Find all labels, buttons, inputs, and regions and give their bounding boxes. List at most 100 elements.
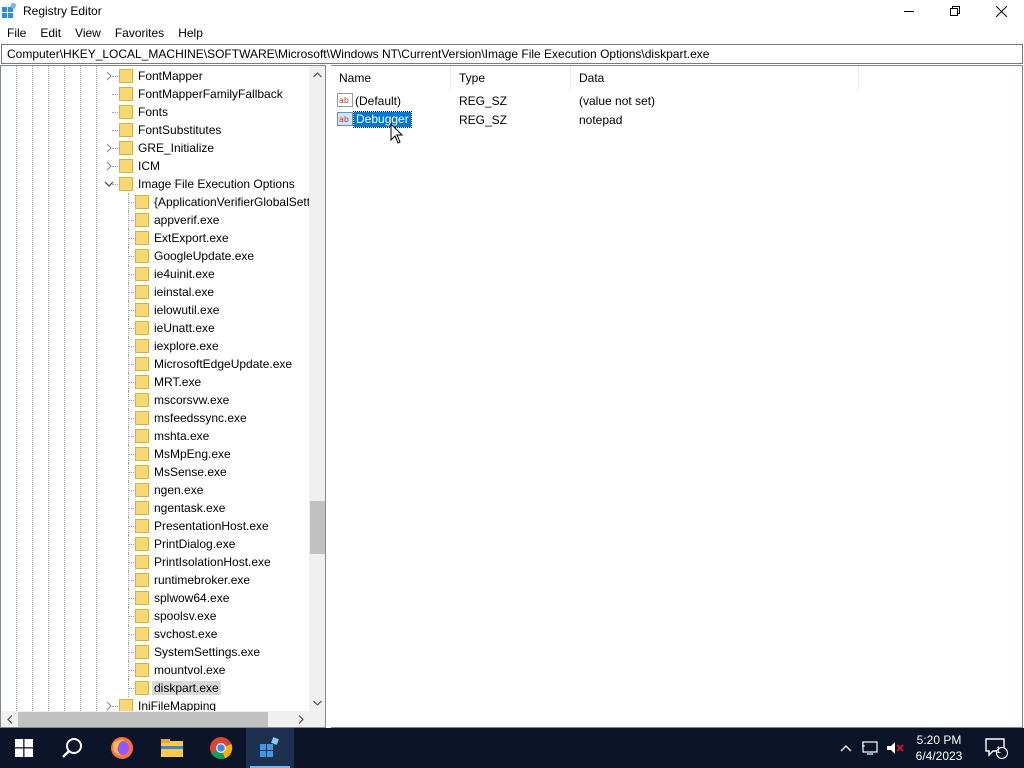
tree-node[interactable]: ngen.exe [1, 481, 309, 499]
tree-node[interactable]: ie4uinit.exe [1, 265, 309, 283]
tree-node-label: FontSubstitutes [138, 123, 222, 137]
tree-node[interactable]: FontMapper [1, 67, 309, 85]
tree-guide-line [128, 535, 129, 553]
tree-horizontal-scrollbar[interactable] [1, 711, 309, 727]
minimize-button[interactable] [886, 0, 932, 22]
folder-icon [135, 555, 149, 569]
value-row[interactable]: ab (Default) REG_SZ (value not set) [331, 91, 1022, 110]
tree-node[interactable]: ngentask.exe [1, 499, 309, 517]
menu-favorites[interactable]: Favorites [108, 23, 171, 43]
scrollbar-corner [309, 711, 325, 727]
tree-node[interactable]: MsMpEng.exe [1, 445, 309, 463]
tree-node[interactable]: appverif.exe [1, 211, 309, 229]
scroll-up-button[interactable] [309, 66, 325, 83]
firefox-button[interactable] [98, 728, 146, 768]
tree-node[interactable]: PresentationHost.exe [1, 517, 309, 535]
tree-node[interactable]: Fonts [1, 103, 309, 121]
column-header-data[interactable]: Data [571, 66, 859, 89]
folder-icon [119, 699, 133, 711]
tree-node[interactable]: PrintIsolationHost.exe [1, 553, 309, 571]
tree-node[interactable]: FontSubstitutes [1, 121, 309, 139]
value-row[interactable]: ab Debugger REG_SZ notepad [331, 110, 1022, 129]
chrome-button[interactable] [197, 728, 245, 768]
scroll-thumb[interactable] [18, 712, 268, 727]
tree-node[interactable]: ieinstal.exe [1, 283, 309, 301]
tree-node[interactable]: {ApplicationVerifierGlobalSett [1, 193, 309, 211]
column-header-type[interactable]: Type [451, 66, 571, 89]
tree-node[interactable]: SystemSettings.exe [1, 643, 309, 661]
show-hidden-icons-button[interactable] [836, 728, 856, 768]
tree-vertical-scrollbar[interactable] [309, 66, 325, 711]
folder-icon [135, 339, 149, 353]
scroll-down-button[interactable] [309, 694, 325, 711]
tree-node[interactable]: ICM [1, 157, 309, 175]
tree-node[interactable]: GoogleUpdate.exe [1, 247, 309, 265]
tree-node[interactable]: IniFileMapping [1, 697, 309, 711]
tree-guide-line [128, 445, 129, 463]
menu-help[interactable]: Help [171, 23, 210, 43]
tree-node[interactable]: msfeedssync.exe [1, 409, 309, 427]
tree-node-label: iexplore.exe [154, 339, 219, 353]
menu-edit[interactable]: Edit [33, 23, 68, 43]
clock[interactable]: 5:20 PM 6/4/2023 [905, 732, 973, 764]
key-tree-pane[interactable]: FontMapper FontMapperFamilyFallback Fonts F… [0, 65, 326, 728]
tree-node[interactable]: spoolsv.exe [1, 607, 309, 625]
file-explorer-icon [161, 739, 183, 757]
registry-editor-taskbar-button[interactable] [246, 728, 294, 768]
svg-text:ab: ab [339, 96, 349, 105]
tree-node[interactable]: Image File Execution Options [1, 175, 309, 193]
address-bar[interactable]: Computer\HKEY_LOCAL_MACHINE\SOFTWARE\Mic… [1, 44, 1023, 64]
tree-node[interactable]: ielowutil.exe [1, 301, 309, 319]
scroll-thumb[interactable] [310, 501, 325, 554]
chevron-right-icon[interactable] [104, 71, 114, 81]
tree-node[interactable]: GRE_Initialize [1, 139, 309, 157]
maximize-button[interactable] [932, 0, 978, 22]
tree-node-label: GoogleUpdate.exe [154, 249, 255, 263]
tree-node-label: MsSense.exe [154, 465, 227, 479]
chevron-down-icon[interactable] [104, 179, 114, 189]
file-explorer-button[interactable] [148, 728, 196, 768]
tree-node[interactable]: runtimebroker.exe [1, 571, 309, 589]
tree-guide-line [128, 553, 129, 571]
volume-status[interactable] [884, 728, 906, 768]
values-list-pane[interactable]: Name Type Data ab (Default) REG_SZ (valu… [331, 65, 1023, 728]
start-button[interactable] [0, 728, 48, 768]
folder-icon [119, 177, 133, 191]
tree-node[interactable]: ExtExport.exe [1, 229, 309, 247]
title-bar[interactable]: Registry Editor [0, 0, 1024, 22]
tree-node-label: msfeedssync.exe [154, 411, 247, 425]
tree-node[interactable]: iexplore.exe [1, 337, 309, 355]
tree-node[interactable]: mshta.exe [1, 427, 309, 445]
search-button[interactable] [48, 728, 96, 768]
tree-guide-line [128, 643, 129, 661]
restore-icon [949, 5, 960, 16]
tree-node[interactable]: MicrosoftEdgeUpdate.exe [1, 355, 309, 373]
scroll-left-button[interactable] [1, 711, 18, 727]
action-center-button[interactable]: 1 [978, 728, 1014, 768]
chevron-right-icon[interactable] [104, 701, 114, 711]
tree-node[interactable]: MsSense.exe [1, 463, 309, 481]
chevron-right-icon[interactable] [104, 161, 114, 171]
menu-file[interactable]: File [0, 23, 33, 43]
chevron-right-icon[interactable] [104, 143, 114, 153]
tree-node[interactable]: mscorsvw.exe [1, 391, 309, 409]
tree-node-label: mountvol.exe [154, 663, 226, 677]
chrome-icon [210, 737, 233, 760]
tree-node[interactable]: MRT.exe [1, 373, 309, 391]
tree-node[interactable]: PrintDialog.exe [1, 535, 309, 553]
network-status[interactable] [860, 728, 882, 768]
network-icon [862, 741, 878, 755]
tree-node[interactable]: splwow64.exe [1, 589, 309, 607]
tree-node-label: runtimebroker.exe [154, 573, 251, 587]
tree-node[interactable]: diskpart.exe [1, 679, 309, 697]
menu-view[interactable]: View [68, 23, 108, 43]
tree-node[interactable]: FontMapperFamilyFallback [1, 85, 309, 103]
scroll-right-button[interactable] [292, 711, 309, 727]
tree-node[interactable]: ieUnatt.exe [1, 319, 309, 337]
close-button[interactable] [978, 0, 1024, 22]
tree-node[interactable]: svchost.exe [1, 625, 309, 643]
tree-guide-line [128, 499, 129, 517]
tree-guide-line [128, 319, 129, 337]
tree-node[interactable]: mountvol.exe [1, 661, 309, 679]
column-header-name[interactable]: Name [331, 66, 451, 89]
